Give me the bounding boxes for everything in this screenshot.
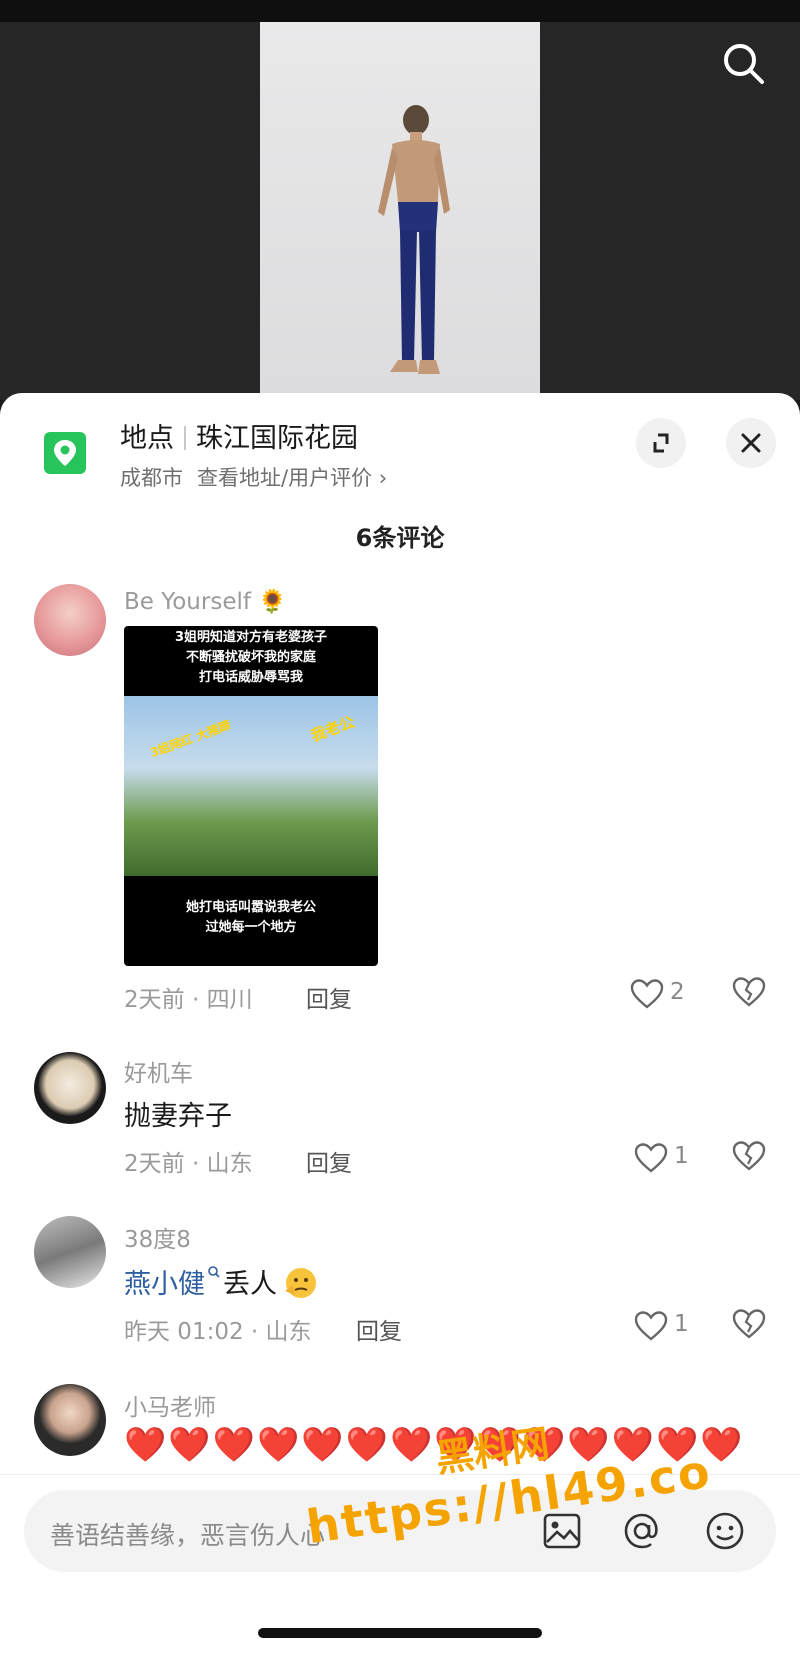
thinking-emoji-icon [285, 1268, 316, 1298]
location-city: 成都市 [120, 466, 183, 490]
comment-username[interactable]: 小马老师 [124, 1388, 216, 1422]
reply-button[interactable]: 回复 [306, 980, 352, 1014]
comment-time-location: 昨天 01:02 · 山东 [124, 1319, 312, 1345]
image-icon [543, 1513, 581, 1549]
avatar[interactable] [34, 1216, 106, 1288]
like-button[interactable]: 1 [634, 1308, 690, 1344]
comments-count: 6条评论 [355, 524, 445, 552]
broken-heart-icon [732, 1141, 766, 1171]
comment-input-placeholder: 善语结善缘，恶言伤人心 [50, 1521, 326, 1550]
comment-username[interactable]: 38度8 [124, 1220, 191, 1254]
video-player[interactable] [0, 0, 800, 400]
dislike-button[interactable] [732, 1140, 768, 1176]
video-person-image [378, 105, 450, 374]
image-caption-bottom-1: 她打电话叫嚣说我老公 [185, 900, 316, 915]
location-name: 珠江国际花园 [196, 423, 358, 454]
broken-heart-icon [732, 977, 766, 1007]
expand-icon [653, 433, 669, 453]
image-caption-top-3: 打电话威胁辱骂我 [198, 670, 303, 685]
dislike-button[interactable] [732, 976, 768, 1012]
status-strip [0, 0, 800, 22]
comment-text-line: 燕小健 丢人 [124, 1262, 319, 1301]
title-divider [184, 426, 186, 450]
comment-text: 抛妻弃子 [124, 1101, 232, 1132]
image-caption-bottom-2: 过她每一个地方 [205, 920, 297, 935]
dislike-button[interactable] [732, 1308, 768, 1344]
image-button[interactable] [540, 1509, 584, 1553]
location-subtitle[interactable]: 成都市 查看地址/用户评价 › [120, 462, 387, 492]
avatar[interactable] [34, 1052, 106, 1124]
avatar[interactable] [34, 1384, 106, 1456]
at-icon [624, 1513, 658, 1549]
reply-button[interactable]: 回复 [306, 1144, 352, 1178]
emoji-icon [706, 1512, 744, 1550]
mention-button[interactable] [620, 1509, 664, 1553]
like-count: 2 [670, 979, 685, 1005]
like-count: 1 [674, 1311, 689, 1337]
comment-text: 丢人 [223, 1269, 277, 1300]
avatar[interactable] [34, 584, 106, 656]
close-icon [741, 433, 761, 453]
broken-heart-icon [732, 1309, 766, 1339]
location-label: 地点 [120, 423, 174, 454]
home-indicator[interactable] [258, 1628, 542, 1638]
comment-image[interactable]: 3姐明知道对方有老婆孩子 不断骚扰破坏我的家庭 打电话威胁辱骂我 我老公 3姐网… [124, 626, 378, 966]
reply-button[interactable]: 回复 [356, 1312, 402, 1346]
like-count: 1 [674, 1143, 689, 1169]
comment-time-location: 2天前 · 四川 [124, 987, 253, 1013]
search-mention-icon [208, 1266, 220, 1278]
close-button[interactable] [726, 418, 776, 468]
video-frame[interactable] [260, 22, 540, 400]
comment-text: ❤️❤️❤️❤️❤️❤️❤️❤️❤️❤️❤️❤️❤️❤️ [124, 1425, 745, 1465]
image-caption-top-2: 不断骚扰破坏我的家庭 [185, 650, 316, 665]
heart-outline-icon [634, 1311, 668, 1341]
location-link[interactable]: 查看地址/用户评价 › [197, 466, 387, 490]
search-icon [724, 44, 764, 84]
expand-button[interactable] [636, 418, 686, 468]
comment-time-location: 2天前 · 山东 [124, 1151, 253, 1177]
comments-sheet [0, 393, 800, 1656]
like-button[interactable]: 2 [630, 976, 690, 1012]
comment-username[interactable]: Be Yourself 🌻 [124, 588, 287, 615]
heart-outline-icon [634, 1143, 668, 1173]
image-caption-top-1: 3姐明知道对方有老婆孩子 [174, 630, 328, 645]
location-title[interactable]: 地点 珠江国际花园 [120, 416, 358, 455]
heart-outline-icon [630, 979, 664, 1009]
location-pin-icon [44, 432, 86, 474]
mention-link[interactable]: 燕小健 [124, 1269, 205, 1300]
like-button[interactable]: 1 [634, 1140, 690, 1176]
emoji-button[interactable] [703, 1509, 747, 1553]
comment-username[interactable]: 好机车 [124, 1054, 193, 1088]
search-button[interactable] [718, 38, 770, 90]
